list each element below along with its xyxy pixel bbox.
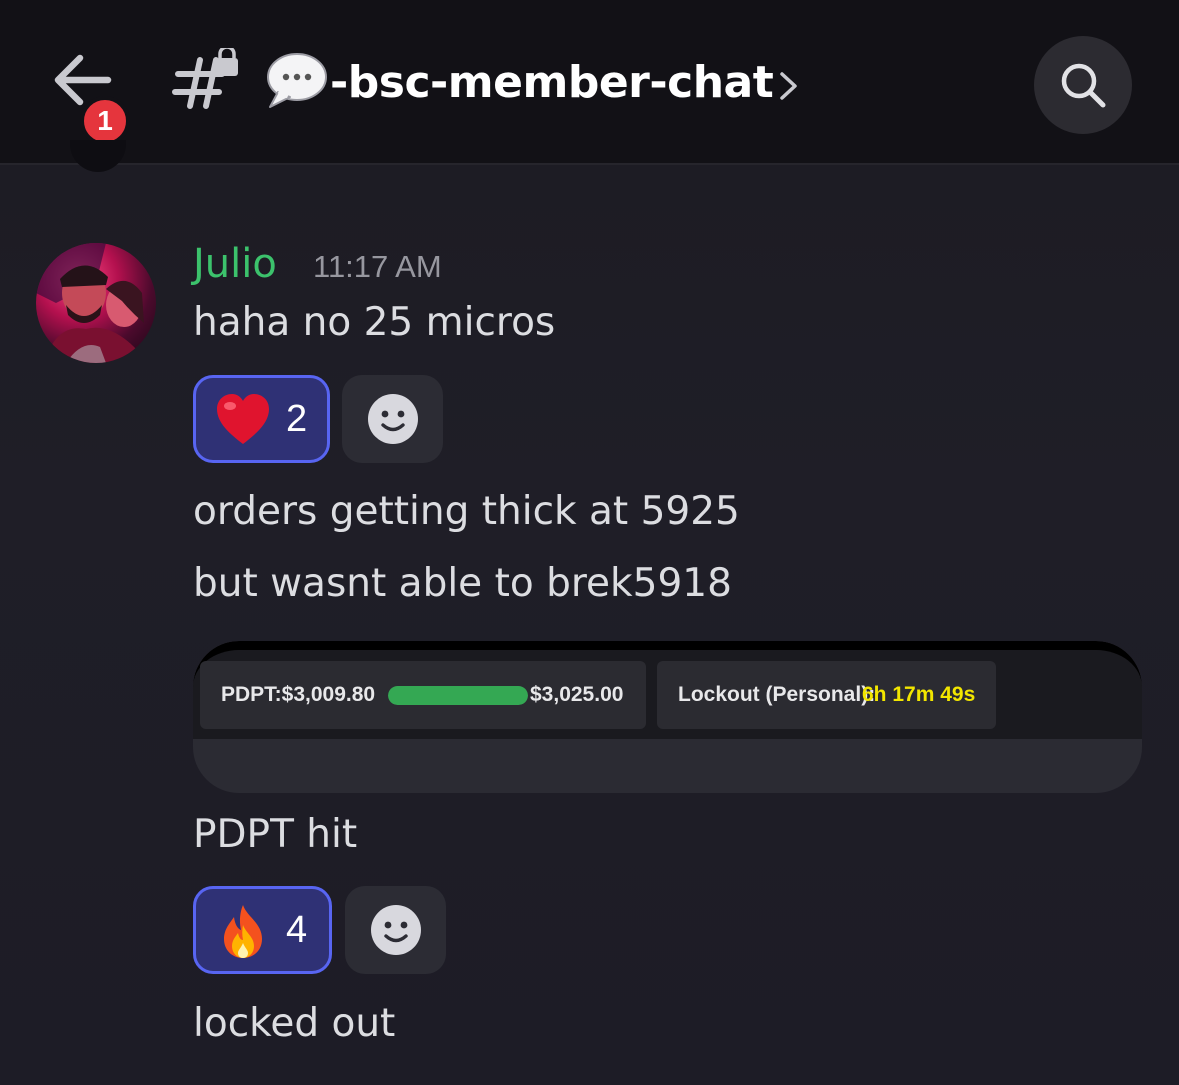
reaction-count: 4	[286, 909, 308, 951]
message-text: but wasnt able to brek5918	[193, 561, 732, 606]
previous-message-avatar	[70, 140, 126, 172]
reaction-fire[interactable]: 4	[193, 886, 332, 974]
search-button[interactable]	[1034, 36, 1132, 134]
attachment-image: PDPT:$3,009.80 $3,025.00 Lockout (Person…	[193, 641, 1142, 739]
pdpt-progress-bar	[388, 686, 528, 705]
hashtag-lock-icon	[172, 48, 238, 109]
unread-badge: 1	[80, 96, 130, 146]
heart-icon	[217, 394, 269, 444]
chevron-right-icon[interactable]	[776, 68, 802, 104]
author-name[interactable]: Julio	[193, 238, 277, 290]
speech-bubble-icon	[267, 53, 327, 108]
lockout-panel: Lockout (Personal): 6h 17m 49s	[657, 661, 996, 729]
channel-header: 1 -bsc-member-chat	[0, 0, 1179, 165]
message-text: PDPT hit	[193, 812, 358, 857]
message-timestamp: 11:17 AM	[313, 249, 442, 284]
fire-icon	[224, 905, 262, 958]
avatar[interactable]	[36, 243, 156, 363]
smiley-icon	[371, 905, 421, 955]
avatar-photo	[36, 243, 148, 363]
reaction-count: 2	[286, 398, 308, 440]
message-text: haha no 25 micros	[193, 300, 556, 345]
pdpt-target: $3,025.00	[530, 683, 624, 706]
search-icon	[1061, 63, 1106, 108]
add-reaction-button[interactable]	[345, 886, 446, 974]
image-attachment[interactable]: PDPT:$3,009.80 $3,025.00 Lockout (Person…	[193, 641, 1142, 793]
pdpt-panel: PDPT:$3,009.80 $3,025.00	[200, 661, 646, 729]
pdpt-label: PDPT:$3,009.80	[221, 683, 376, 706]
add-reaction-button[interactable]	[342, 375, 443, 463]
reaction-heart[interactable]: 2	[193, 375, 330, 463]
lockout-time: 6h 17m 49s	[862, 683, 976, 706]
message-text: locked out	[193, 1001, 396, 1046]
message-text: orders getting thick at 5925	[193, 489, 740, 534]
channel-name[interactable]: -bsc-member-chat	[330, 50, 774, 116]
pdpt-progress-fill	[388, 686, 528, 705]
smiley-icon	[368, 394, 418, 444]
lockout-label: Lockout (Personal):	[678, 683, 876, 706]
